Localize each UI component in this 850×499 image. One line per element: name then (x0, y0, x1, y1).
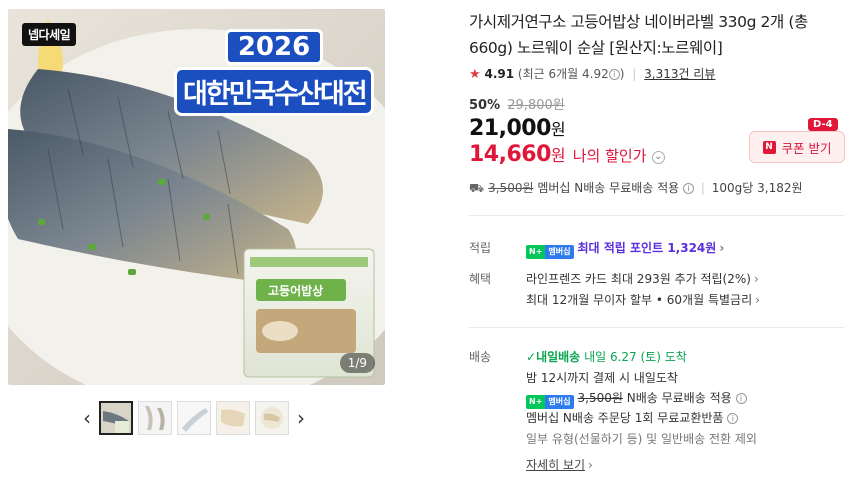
shipping-text: 멤버십 N배송 무료배송 적용 (537, 181, 680, 195)
see-more-text: 자세히 보기 (526, 458, 586, 472)
chevron-right-icon: › (719, 241, 725, 255)
sale-price: 21,000 (469, 116, 551, 141)
chevron-right-icon[interactable]: › (294, 400, 308, 436)
discount-row: 50% 29,800원 (469, 94, 565, 113)
event-year: 2026 (224, 29, 324, 65)
chevron-down-icon[interactable]: ⌄ (651, 151, 665, 164)
star-icon: ★ (469, 67, 481, 82)
nplus-membership-badge: N+ 멤버십 (526, 245, 574, 259)
benefit-card-link[interactable]: 라인프렌즈 카드 최대 293원 추가 적립(2%) › (526, 270, 759, 287)
tomorrow-delivery-badge: ✓내일배송 (526, 350, 581, 364)
thumbnail-4[interactable] (216, 401, 250, 435)
thumbnail-1[interactable] (99, 401, 133, 435)
thumbnail-strip: ‹ › (80, 398, 320, 438)
membership-shipping-row: N+ 멤버십 3,500원 N배송 무료배송 적용 i (526, 389, 747, 409)
thumbnail-2[interactable] (138, 401, 172, 435)
thumbnail-3[interactable] (177, 401, 211, 435)
sale-price-unit: 원 (550, 120, 566, 139)
info-icon[interactable]: i (683, 183, 695, 194)
free-return-text: 멤버십 N배송 주문당 1회 무료교환반품 (526, 411, 724, 425)
chevron-left-icon[interactable]: ‹ (80, 400, 94, 436)
product-title: 가시제거연구소 고등어밥상 네이버라벨 330g 2개 (총 660g) 노르웨… (469, 13, 808, 57)
unit-price: 100g당 3,182원 (711, 181, 803, 195)
tomorrow-delivery-row: ✓내일배송 내일 6.27 (토) 도착 (526, 348, 687, 365)
benefit-card-text: 라인프렌즈 카드 최대 293원 추가 적립(2%) (526, 272, 751, 286)
review-count-link[interactable]: 3,313건 리뷰 (644, 67, 715, 81)
delivery-label: 배송 (469, 350, 492, 364)
naver-n-icon: N (762, 140, 776, 154)
chevron-right-icon: › (755, 293, 760, 307)
delivery-exclusion-text: 일부 유형(선물하기 등) 및 일반배송 전환 제외 (526, 432, 757, 446)
delivery-cutoff-text: 밤 12시까지 결제 시 내일도착 (526, 371, 678, 385)
tomorrow-delivery-date: 내일 6.27 (토) 도착 (584, 350, 687, 364)
coupon-label: 쿠폰 받기 (781, 140, 832, 156)
benefit-installment-link[interactable]: 최대 12개월 무이자 할부 • 60개월 특별금리 › (526, 291, 760, 308)
event-title: 2026 대한민국수산대전 (174, 29, 374, 116)
my-discount-price-unit: 원 (550, 146, 566, 165)
image-counter: 1/9 (339, 353, 375, 373)
section-divider (469, 215, 844, 216)
main-product-image[interactable]: 고등어밥상 넵다세일 2026 대한민국수산대전 1/9 (8, 9, 385, 385)
recent-rating-close: ) (619, 67, 625, 81)
chevron-right-icon: › (588, 458, 593, 472)
coupon-dday-badge: D-4 (808, 118, 838, 131)
benefit-label: 혜택 (469, 272, 492, 286)
divider-bar: | (700, 181, 705, 195)
thumbnail-5[interactable] (255, 401, 289, 435)
shipping-original-fee: 3,500원 (577, 391, 623, 405)
package-label-text: 고등어밥상 (268, 283, 323, 298)
earn-label: 적립 (469, 241, 492, 255)
chevron-right-icon: › (753, 272, 759, 286)
shipping-original-fee: 3,500원 (488, 181, 534, 195)
info-icon[interactable]: i (727, 413, 739, 424)
benefit-installment-text: 최대 12개월 무이자 할부 • 60개월 특별금리 (526, 293, 753, 307)
divider-bar: | (632, 67, 637, 81)
info-icon[interactable]: i (608, 69, 620, 80)
my-price-row[interactable]: 14,660원 나의 할인가 ⌄ (469, 142, 665, 167)
see-more-link[interactable]: 자세히 보기 › (526, 456, 593, 473)
earn-points-link[interactable]: N+ 멤버십 최대 적립 포인트 1,324원 › (526, 239, 724, 259)
naver-sale-badge: 넵다세일 (22, 23, 77, 46)
earn-points: 1,324원 (667, 241, 717, 255)
section-divider (469, 327, 844, 328)
discount-rate: 50% (469, 98, 501, 113)
recent-rating: (최근 6개월 4.92 (517, 67, 609, 81)
membership-shipping-text: N배송 무료배송 적용 (626, 391, 732, 405)
truck-icon: ⛟ (469, 181, 485, 195)
rating-row: ★ 4.91 (최근 6개월 4.92 i) | 3,313건 리뷰 (469, 65, 715, 82)
nplus-membership-badge: N+ 멤버십 (526, 395, 574, 409)
event-name: 대한민국수산대전 (174, 67, 374, 116)
free-return-row: 멤버십 N배송 주문당 1회 무료교환반품 i (526, 409, 739, 426)
original-price: 29,800원 (507, 98, 565, 113)
my-discount-price: 14,660 (469, 142, 551, 167)
earn-text: 최대 적립 포인트 (577, 241, 664, 255)
rating-score: 4.91 (484, 67, 515, 81)
shipping-row: ⛟ 3,500원 멤버십 N배송 무료배송 적용 i | 100g당 3,182원 (469, 179, 803, 197)
info-icon[interactable]: i (735, 393, 747, 404)
price-row: 21,000원 (469, 116, 566, 141)
my-discount-label: 나의 할인가 (572, 147, 647, 165)
coupon-button[interactable]: D-4 N 쿠폰 받기 (749, 118, 845, 163)
